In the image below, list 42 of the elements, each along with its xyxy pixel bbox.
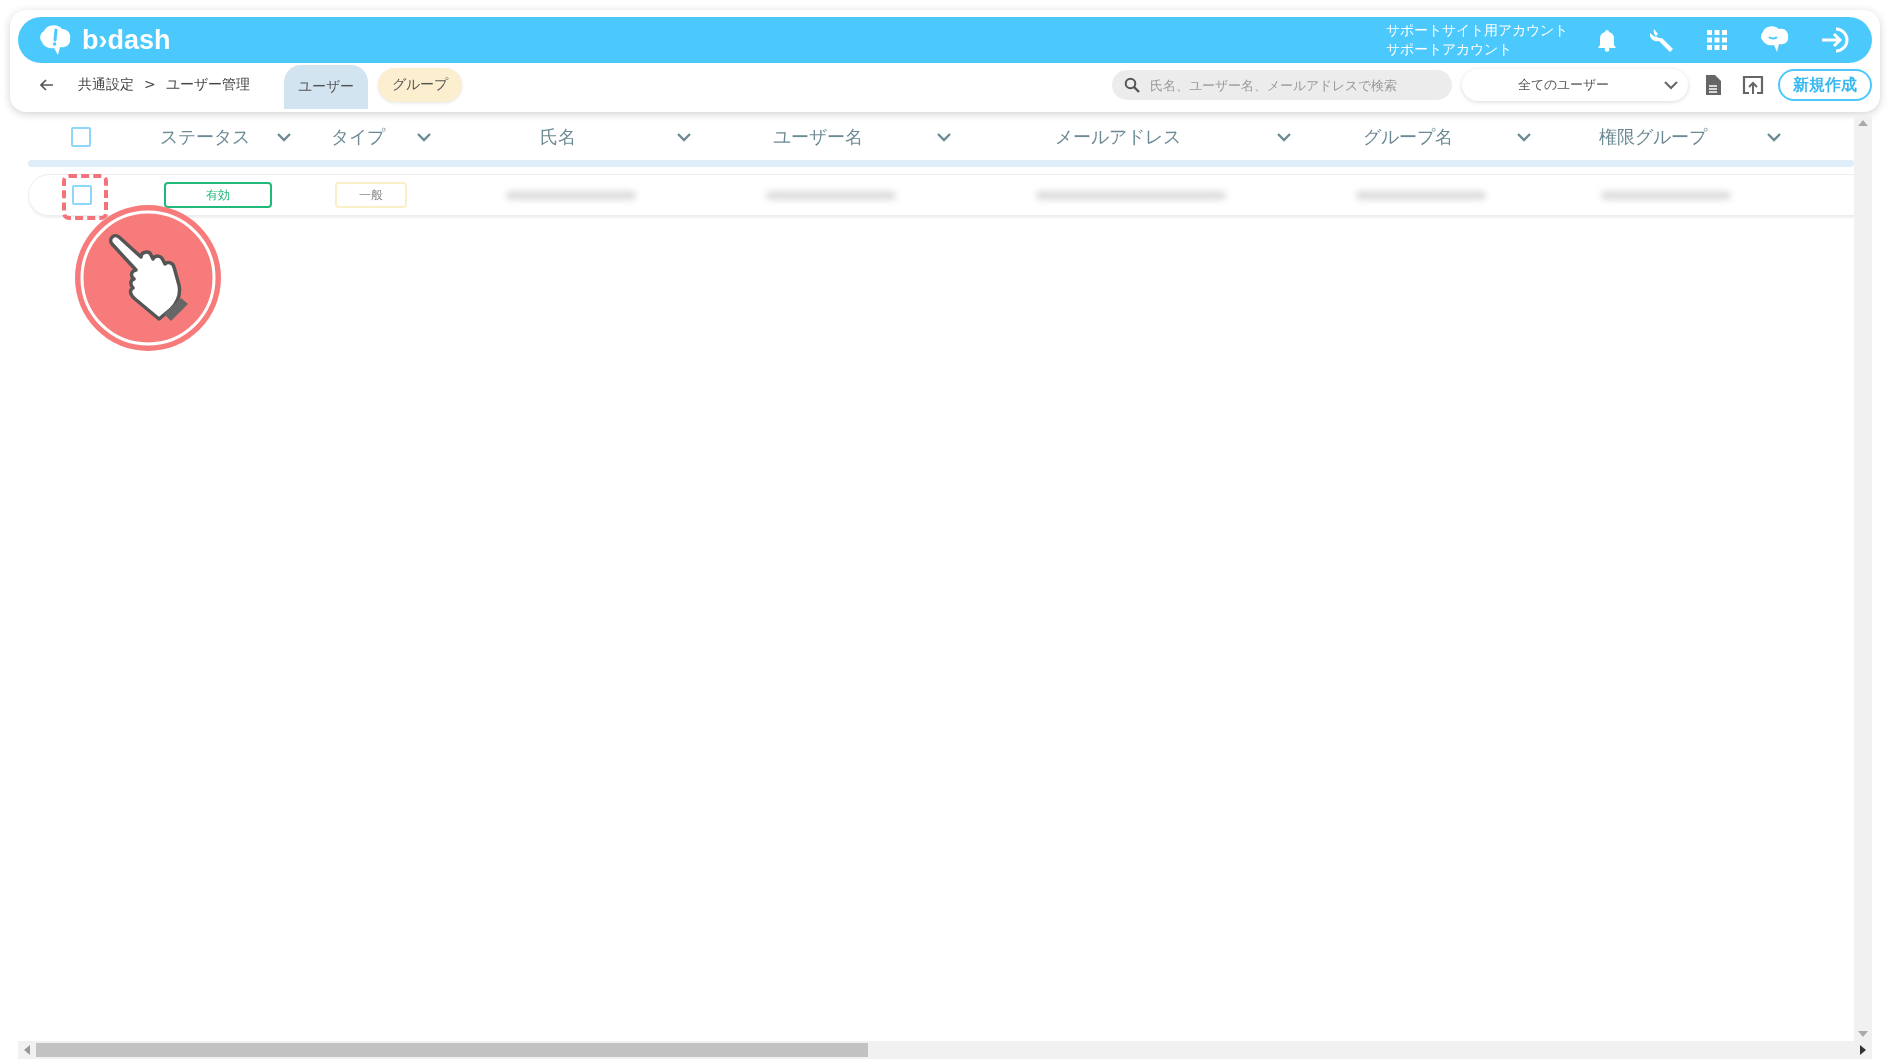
user-filter-dropdown[interactable]: 全てのユーザー	[1462, 69, 1688, 101]
chevron-down-icon[interactable]	[936, 132, 952, 142]
logo-text: b›dash	[82, 24, 171, 56]
status-badge: 有効	[164, 182, 272, 208]
new-button[interactable]: 新規作成	[1778, 69, 1872, 101]
breadcrumb-link[interactable]: 共通設定	[78, 76, 134, 94]
column-header[interactable]: 氏名	[540, 125, 576, 149]
breadcrumb-current: ユーザー管理	[165, 76, 250, 94]
chevron-down-icon[interactable]	[276, 132, 292, 142]
type-badge: 一般	[335, 182, 407, 208]
checkbox[interactable]	[72, 185, 92, 205]
chevron-down-icon[interactable]	[1276, 132, 1292, 142]
upload-icon[interactable]	[1742, 75, 1764, 95]
column-header[interactable]: ステータス	[160, 125, 250, 149]
grid-icon[interactable]	[1706, 29, 1728, 51]
column-header[interactable]: グループ名	[1363, 125, 1453, 149]
scroll-up-icon[interactable]	[1858, 120, 1868, 126]
horizontal-scrollbar-thumb[interactable]	[36, 1043, 868, 1057]
chevron-down-icon[interactable]	[1766, 132, 1782, 142]
chevron-down-icon[interactable]	[676, 132, 692, 142]
column-header[interactable]: ユーザー名	[773, 125, 863, 149]
scroll-down-icon[interactable]	[1858, 1031, 1868, 1037]
column-header[interactable]: タイプ	[331, 125, 385, 149]
column-header[interactable]: 権限グループ	[1599, 125, 1707, 149]
tab[interactable]: グループ	[377, 68, 462, 102]
tab[interactable]: ユーザー	[283, 65, 368, 109]
column-header[interactable]: メールアドレス	[1055, 125, 1181, 149]
pointer-hand-icon	[74, 204, 222, 352]
chevron-down-icon[interactable]	[1516, 132, 1532, 142]
account-site: サポートサイト用アカウント	[1386, 21, 1568, 40]
scroll-left-icon[interactable]	[24, 1045, 30, 1055]
bell-icon[interactable]	[1596, 28, 1618, 52]
search-field[interactable]: 氏名、ユーザー名、メールアドレスで検索	[1112, 70, 1452, 100]
scroll-right-icon[interactable]	[1860, 1045, 1866, 1055]
account-name: サポートアカウント	[1386, 40, 1513, 59]
checkbox[interactable]	[71, 127, 91, 147]
breadcrumb-separator: >	[144, 76, 156, 94]
vertical-scrollbar[interactable]	[1854, 116, 1872, 1041]
chevron-down-icon	[1664, 80, 1678, 90]
chevron-down-icon[interactable]	[416, 132, 432, 142]
document-icon[interactable]	[1704, 74, 1722, 96]
back-arrow-icon[interactable]	[40, 79, 54, 91]
